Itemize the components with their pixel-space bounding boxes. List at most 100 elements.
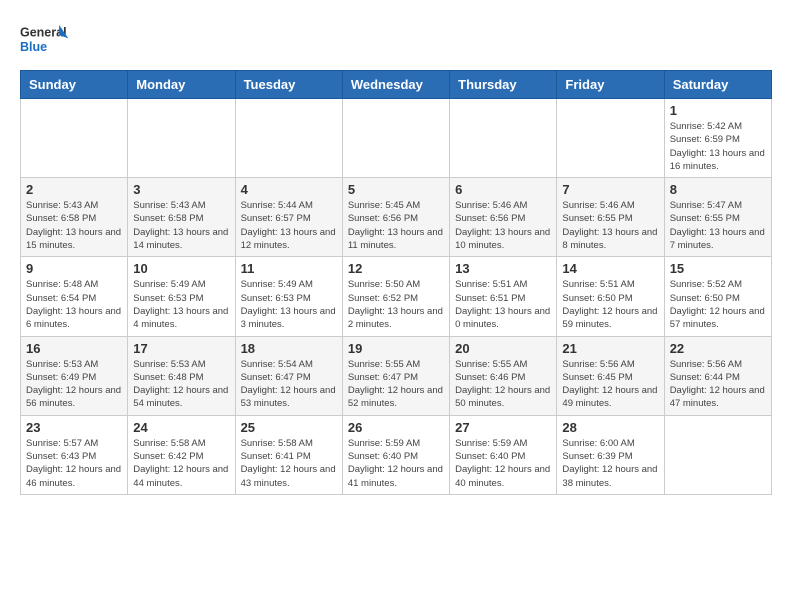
calendar-cell: 10 Sunrise: 5:49 AM Sunset: 6:53 PM Dayli… [128,257,235,336]
calendar-cell: 13 Sunrise: 5:51 AM Sunset: 6:51 PM Dayli… [450,257,557,336]
day-number: 2 [26,182,122,197]
calendar-cell: 9 Sunrise: 5:48 AM Sunset: 6:54 PM Daylig… [21,257,128,336]
weekday-header-wednesday: Wednesday [342,71,449,99]
day-info: Sunrise: 5:47 AM Sunset: 6:55 PM Dayligh… [670,199,766,252]
svg-text:Blue: Blue [20,40,47,54]
day-number: 12 [348,261,444,276]
day-number: 26 [348,420,444,435]
calendar-header-row: SundayMondayTuesdayWednesdayThursdayFrid… [21,71,772,99]
day-info: Sunrise: 5:49 AM Sunset: 6:53 PM Dayligh… [241,278,337,331]
weekday-header-friday: Friday [557,71,664,99]
calendar-cell: 11 Sunrise: 5:49 AM Sunset: 6:53 PM Dayli… [235,257,342,336]
day-info: Sunrise: 5:53 AM Sunset: 6:49 PM Dayligh… [26,358,122,411]
calendar-cell: 24 Sunrise: 5:58 AM Sunset: 6:42 PM Dayli… [128,415,235,494]
day-number: 9 [26,261,122,276]
day-number: 16 [26,341,122,356]
day-number: 15 [670,261,766,276]
calendar-cell: 18 Sunrise: 5:54 AM Sunset: 6:47 PM Dayli… [235,336,342,415]
weekday-header-sunday: Sunday [21,71,128,99]
logo-svg: GeneralBlue [20,20,70,60]
day-number: 8 [670,182,766,197]
calendar-cell: 3Sunrise: 5:43 AM Sunset: 6:58 PM Daylig… [128,178,235,257]
day-info: Sunrise: 5:58 AM Sunset: 6:41 PM Dayligh… [241,437,337,490]
logo: GeneralBlue [20,20,70,60]
calendar-cell: 20 Sunrise: 5:55 AM Sunset: 6:46 PM Dayli… [450,336,557,415]
calendar-cell [21,99,128,178]
day-info: Sunrise: 5:56 AM Sunset: 6:44 PM Dayligh… [670,358,766,411]
day-info: Sunrise: 5:53 AM Sunset: 6:48 PM Dayligh… [133,358,229,411]
calendar-cell: 28 Sunrise: 6:00 AM Sunset: 6:39 PM Dayli… [557,415,664,494]
weekday-header-thursday: Thursday [450,71,557,99]
day-number: 13 [455,261,551,276]
day-number: 7 [562,182,658,197]
day-info: Sunrise: 5:43 AM Sunset: 6:58 PM Dayligh… [26,199,122,252]
weekday-header-saturday: Saturday [664,71,771,99]
day-info: Sunrise: 5:54 AM Sunset: 6:47 PM Dayligh… [241,358,337,411]
day-number: 3 [133,182,229,197]
day-number: 10 [133,261,229,276]
day-info: Sunrise: 5:51 AM Sunset: 6:51 PM Dayligh… [455,278,551,331]
day-info: Sunrise: 5:58 AM Sunset: 6:42 PM Dayligh… [133,437,229,490]
calendar-cell: 19 Sunrise: 5:55 AM Sunset: 6:47 PM Dayli… [342,336,449,415]
calendar-week-row: 9 Sunrise: 5:48 AM Sunset: 6:54 PM Daylig… [21,257,772,336]
calendar-cell [664,415,771,494]
day-number: 6 [455,182,551,197]
day-number: 11 [241,261,337,276]
weekday-header-monday: Monday [128,71,235,99]
calendar-week-row: 2 Sunrise: 5:43 AM Sunset: 6:58 PM Daylig… [21,178,772,257]
day-info: Sunrise: 5:46 AM Sunset: 6:55 PM Dayligh… [562,199,658,252]
day-info: Sunrise: 5:55 AM Sunset: 6:47 PM Dayligh… [348,358,444,411]
calendar-cell: 21 Sunrise: 5:56 AM Sunset: 6:45 PM Dayli… [557,336,664,415]
day-info: Sunrise: 5:50 AM Sunset: 6:52 PM Dayligh… [348,278,444,331]
weekday-header-tuesday: Tuesday [235,71,342,99]
day-number: 28 [562,420,658,435]
day-info: Sunrise: 5:56 AM Sunset: 6:45 PM Dayligh… [562,358,658,411]
calendar-cell: 2 Sunrise: 5:43 AM Sunset: 6:58 PM Daylig… [21,178,128,257]
day-info: Sunrise: 5:49 AM Sunset: 6:53 PM Dayligh… [133,278,229,331]
calendar-table: SundayMondayTuesdayWednesdayThursdayFrid… [20,70,772,495]
day-info: Sunrise: 5:46 AM Sunset: 6:56 PM Dayligh… [455,199,551,252]
day-number: 17 [133,341,229,356]
day-info: Sunrise: 5:52 AM Sunset: 6:50 PM Dayligh… [670,278,766,331]
day-info: Sunrise: 6:00 AM Sunset: 6:39 PM Dayligh… [562,437,658,490]
calendar-cell: 8 Sunrise: 5:47 AM Sunset: 6:55 PM Daylig… [664,178,771,257]
day-number: 21 [562,341,658,356]
calendar-cell [450,99,557,178]
calendar-cell: 4Sunrise: 5:44 AM Sunset: 6:57 PM Daylig… [235,178,342,257]
calendar-week-row: 1 Sunrise: 5:42 AM Sunset: 6:59 PM Daylig… [21,99,772,178]
day-info: Sunrise: 5:59 AM Sunset: 6:40 PM Dayligh… [348,437,444,490]
day-number: 4 [241,182,337,197]
calendar-cell: 15 Sunrise: 5:52 AM Sunset: 6:50 PM Dayli… [664,257,771,336]
day-info: Sunrise: 5:55 AM Sunset: 6:46 PM Dayligh… [455,358,551,411]
day-info: Sunrise: 5:42 AM Sunset: 6:59 PM Dayligh… [670,120,766,173]
page-header: GeneralBlue [20,20,772,60]
day-number: 24 [133,420,229,435]
day-number: 22 [670,341,766,356]
day-number: 18 [241,341,337,356]
day-info: Sunrise: 5:59 AM Sunset: 6:40 PM Dayligh… [455,437,551,490]
calendar-cell: 26 Sunrise: 5:59 AM Sunset: 6:40 PM Dayli… [342,415,449,494]
day-number: 27 [455,420,551,435]
calendar-week-row: 23 Sunrise: 5:57 AM Sunset: 6:43 PM Dayli… [21,415,772,494]
day-number: 14 [562,261,658,276]
calendar-cell [557,99,664,178]
calendar-cell [342,99,449,178]
calendar-cell: 27 Sunrise: 5:59 AM Sunset: 6:40 PM Dayli… [450,415,557,494]
calendar-week-row: 16 Sunrise: 5:53 AM Sunset: 6:49 PM Dayli… [21,336,772,415]
day-info: Sunrise: 5:48 AM Sunset: 6:54 PM Dayligh… [26,278,122,331]
calendar-cell: 22 Sunrise: 5:56 AM Sunset: 6:44 PM Dayli… [664,336,771,415]
day-number: 20 [455,341,551,356]
calendar-cell: 12 Sunrise: 5:50 AM Sunset: 6:52 PM Dayli… [342,257,449,336]
calendar-cell: 23 Sunrise: 5:57 AM Sunset: 6:43 PM Dayli… [21,415,128,494]
calendar-cell: 16 Sunrise: 5:53 AM Sunset: 6:49 PM Dayli… [21,336,128,415]
day-number: 1 [670,103,766,118]
day-number: 19 [348,341,444,356]
day-number: 23 [26,420,122,435]
calendar-cell: 6 Sunrise: 5:46 AM Sunset: 6:56 PM Daylig… [450,178,557,257]
day-info: Sunrise: 5:57 AM Sunset: 6:43 PM Dayligh… [26,437,122,490]
day-number: 25 [241,420,337,435]
day-number: 5 [348,182,444,197]
calendar-cell: 7 Sunrise: 5:46 AM Sunset: 6:55 PM Daylig… [557,178,664,257]
day-info: Sunrise: 5:51 AM Sunset: 6:50 PM Dayligh… [562,278,658,331]
calendar-cell: 25 Sunrise: 5:58 AM Sunset: 6:41 PM Dayli… [235,415,342,494]
